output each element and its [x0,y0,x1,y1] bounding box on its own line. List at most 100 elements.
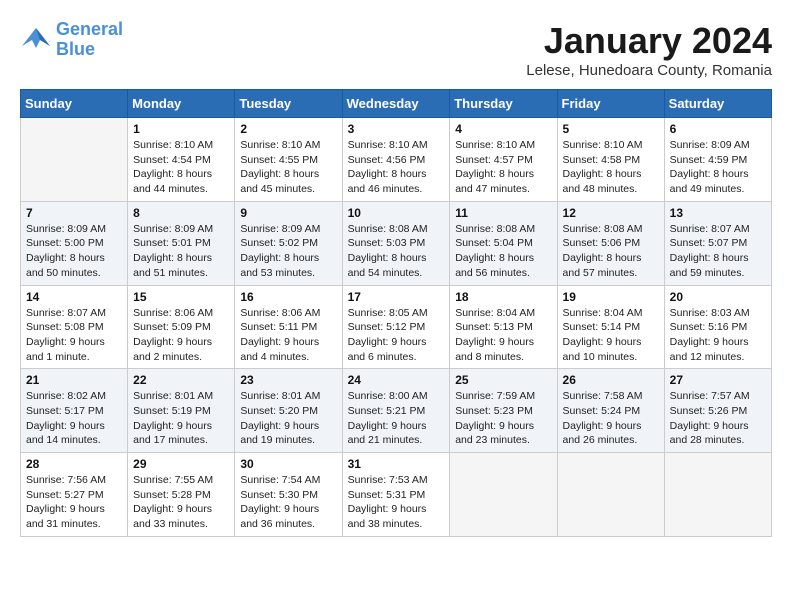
day-number: 3 [348,122,445,136]
title-area: January 2024 Lelese, Hunedoara County, R… [526,20,772,79]
calendar-week-row: 7Sunrise: 8:09 AM Sunset: 5:00 PM Daylig… [21,201,772,285]
day-number: 16 [240,290,336,304]
day-info: Sunrise: 8:08 AM Sunset: 5:06 PM Dayligh… [563,222,659,281]
day-number: 8 [133,206,229,220]
day-number: 25 [455,373,551,387]
calendar-day-cell: 3 Sunrise: 8:10 AM Sunset: 4:56 PM Daylig… [342,118,450,202]
calendar-day-cell [21,118,128,202]
day-info: Sunrise: 8:03 AM Sunset: 5:16 PM Dayligh… [670,306,766,365]
day-number: 17 [348,290,445,304]
calendar-day-cell: 17Sunrise: 8:05 AM Sunset: 5:12 PM Dayli… [342,285,450,369]
day-number: 2 [240,122,336,136]
calendar-week-row: 28 Sunrise: 7:56 AM Sunset: 5:27 PM Dayli… [21,453,772,537]
day-number: 11 [455,206,551,220]
logo-text: General Blue [56,20,123,60]
day-info: Sunrise: 8:07 AM Sunset: 5:08 PM Dayligh… [26,306,122,365]
day-info: Sunrise: 8:02 AM Sunset: 5:17 PM Dayligh… [26,389,122,448]
calendar-table: SundayMondayTuesdayWednesdayThursdayFrid… [20,89,772,537]
day-number: 6 [670,122,766,136]
location-subtitle: Lelese, Hunedoara County, Romania [526,62,772,79]
day-info: Sunrise: 8:04 AM Sunset: 5:13 PM Dayligh… [455,306,551,365]
calendar-day-cell [450,453,557,537]
day-number: 12 [563,206,659,220]
calendar-day-cell: 12 Sunrise: 8:08 AM Sunset: 5:06 PM Dayli… [557,201,664,285]
day-info: Sunrise: 8:09 AM Sunset: 5:02 PM Dayligh… [240,222,336,281]
calendar-week-row: 21 Sunrise: 8:02 AM Sunset: 5:17 PM Dayli… [21,369,772,453]
day-number: 14 [26,290,122,304]
day-number: 28 [26,457,122,471]
day-header-monday: Monday [128,90,235,118]
day-info: Sunrise: 8:06 AM Sunset: 5:11 PM Dayligh… [240,306,336,365]
calendar-week-row: 1 Sunrise: 8:10 AM Sunset: 4:54 PM Daylig… [21,118,772,202]
calendar-day-cell: 11 Sunrise: 8:08 AM Sunset: 5:04 PM Dayli… [450,201,557,285]
logo: General Blue [20,20,123,60]
day-number: 24 [348,373,445,387]
calendar-day-cell: 18 Sunrise: 8:04 AM Sunset: 5:13 PM Dayli… [450,285,557,369]
day-header-sunday: Sunday [21,90,128,118]
calendar-day-cell: 13 Sunrise: 8:07 AM Sunset: 5:07 PM Dayli… [664,201,771,285]
header: General Blue January 2024 Lelese, Hunedo… [20,20,772,79]
calendar-day-cell: 27Sunrise: 7:57 AM Sunset: 5:26 PM Dayli… [664,369,771,453]
calendar-day-cell: 21 Sunrise: 8:02 AM Sunset: 5:17 PM Dayli… [21,369,128,453]
day-number: 21 [26,373,122,387]
day-info: Sunrise: 8:08 AM Sunset: 5:04 PM Dayligh… [455,222,551,281]
day-info: Sunrise: 8:10 AM Sunset: 4:55 PM Dayligh… [240,138,336,197]
calendar-day-cell [557,453,664,537]
day-number: 23 [240,373,336,387]
calendar-day-cell: 31Sunrise: 7:53 AM Sunset: 5:31 PM Dayli… [342,453,450,537]
day-info: Sunrise: 8:10 AM Sunset: 4:58 PM Dayligh… [563,138,659,197]
day-header-tuesday: Tuesday [235,90,342,118]
day-number: 4 [455,122,551,136]
calendar-day-cell: 2 Sunrise: 8:10 AM Sunset: 4:55 PM Daylig… [235,118,342,202]
day-number: 15 [133,290,229,304]
day-info: Sunrise: 8:00 AM Sunset: 5:21 PM Dayligh… [348,389,445,448]
calendar-header-row: SundayMondayTuesdayWednesdayThursdayFrid… [21,90,772,118]
day-info: Sunrise: 8:10 AM Sunset: 4:57 PM Dayligh… [455,138,551,197]
calendar-day-cell: 22Sunrise: 8:01 AM Sunset: 5:19 PM Dayli… [128,369,235,453]
day-number: 13 [670,206,766,220]
day-number: 20 [670,290,766,304]
day-info: Sunrise: 8:10 AM Sunset: 4:54 PM Dayligh… [133,138,229,197]
day-number: 29 [133,457,229,471]
day-info: Sunrise: 7:55 AM Sunset: 5:28 PM Dayligh… [133,473,229,532]
calendar-day-cell: 5 Sunrise: 8:10 AM Sunset: 4:58 PM Daylig… [557,118,664,202]
day-number: 10 [348,206,445,220]
day-info: Sunrise: 7:58 AM Sunset: 5:24 PM Dayligh… [563,389,659,448]
calendar-day-cell: 30 Sunrise: 7:54 AM Sunset: 5:30 PM Dayli… [235,453,342,537]
calendar-day-cell: 8 Sunrise: 8:09 AM Sunset: 5:01 PM Daylig… [128,201,235,285]
calendar-day-cell: 16 Sunrise: 8:06 AM Sunset: 5:11 PM Dayli… [235,285,342,369]
calendar-day-cell: 24 Sunrise: 8:00 AM Sunset: 5:21 PM Dayli… [342,369,450,453]
day-number: 1 [133,122,229,136]
day-info: Sunrise: 7:57 AM Sunset: 5:26 PM Dayligh… [670,389,766,448]
calendar-day-cell: 29 Sunrise: 7:55 AM Sunset: 5:28 PM Dayli… [128,453,235,537]
day-number: 9 [240,206,336,220]
day-number: 5 [563,122,659,136]
calendar-day-cell: 15Sunrise: 8:06 AM Sunset: 5:09 PM Dayli… [128,285,235,369]
logo-line1: General [56,20,123,40]
day-info: Sunrise: 8:04 AM Sunset: 5:14 PM Dayligh… [563,306,659,365]
day-header-friday: Friday [557,90,664,118]
day-number: 18 [455,290,551,304]
calendar-day-cell [664,453,771,537]
calendar-day-cell: 9 Sunrise: 8:09 AM Sunset: 5:02 PM Daylig… [235,201,342,285]
calendar-day-cell: 23Sunrise: 8:01 AM Sunset: 5:20 PM Dayli… [235,369,342,453]
calendar-day-cell: 10 Sunrise: 8:08 AM Sunset: 5:03 PM Dayli… [342,201,450,285]
day-info: Sunrise: 7:54 AM Sunset: 5:30 PM Dayligh… [240,473,336,532]
day-info: Sunrise: 7:59 AM Sunset: 5:23 PM Dayligh… [455,389,551,448]
calendar-day-cell: 14 Sunrise: 8:07 AM Sunset: 5:08 PM Dayli… [21,285,128,369]
day-info: Sunrise: 8:09 AM Sunset: 5:00 PM Dayligh… [26,222,122,281]
calendar-day-cell: 26Sunrise: 7:58 AM Sunset: 5:24 PM Dayli… [557,369,664,453]
day-info: Sunrise: 8:07 AM Sunset: 5:07 PM Dayligh… [670,222,766,281]
calendar-day-cell: 7Sunrise: 8:09 AM Sunset: 5:00 PM Daylig… [21,201,128,285]
logo-line2: Blue [56,40,123,60]
calendar-week-row: 14 Sunrise: 8:07 AM Sunset: 5:08 PM Dayli… [21,285,772,369]
day-info: Sunrise: 7:53 AM Sunset: 5:31 PM Dayligh… [348,473,445,532]
logo-icon [20,26,52,54]
day-info: Sunrise: 8:09 AM Sunset: 4:59 PM Dayligh… [670,138,766,197]
day-info: Sunrise: 8:10 AM Sunset: 4:56 PM Dayligh… [348,138,445,197]
day-info: Sunrise: 7:56 AM Sunset: 5:27 PM Dayligh… [26,473,122,532]
day-info: Sunrise: 8:09 AM Sunset: 5:01 PM Dayligh… [133,222,229,281]
day-number: 30 [240,457,336,471]
day-info: Sunrise: 8:08 AM Sunset: 5:03 PM Dayligh… [348,222,445,281]
day-info: Sunrise: 8:01 AM Sunset: 5:19 PM Dayligh… [133,389,229,448]
